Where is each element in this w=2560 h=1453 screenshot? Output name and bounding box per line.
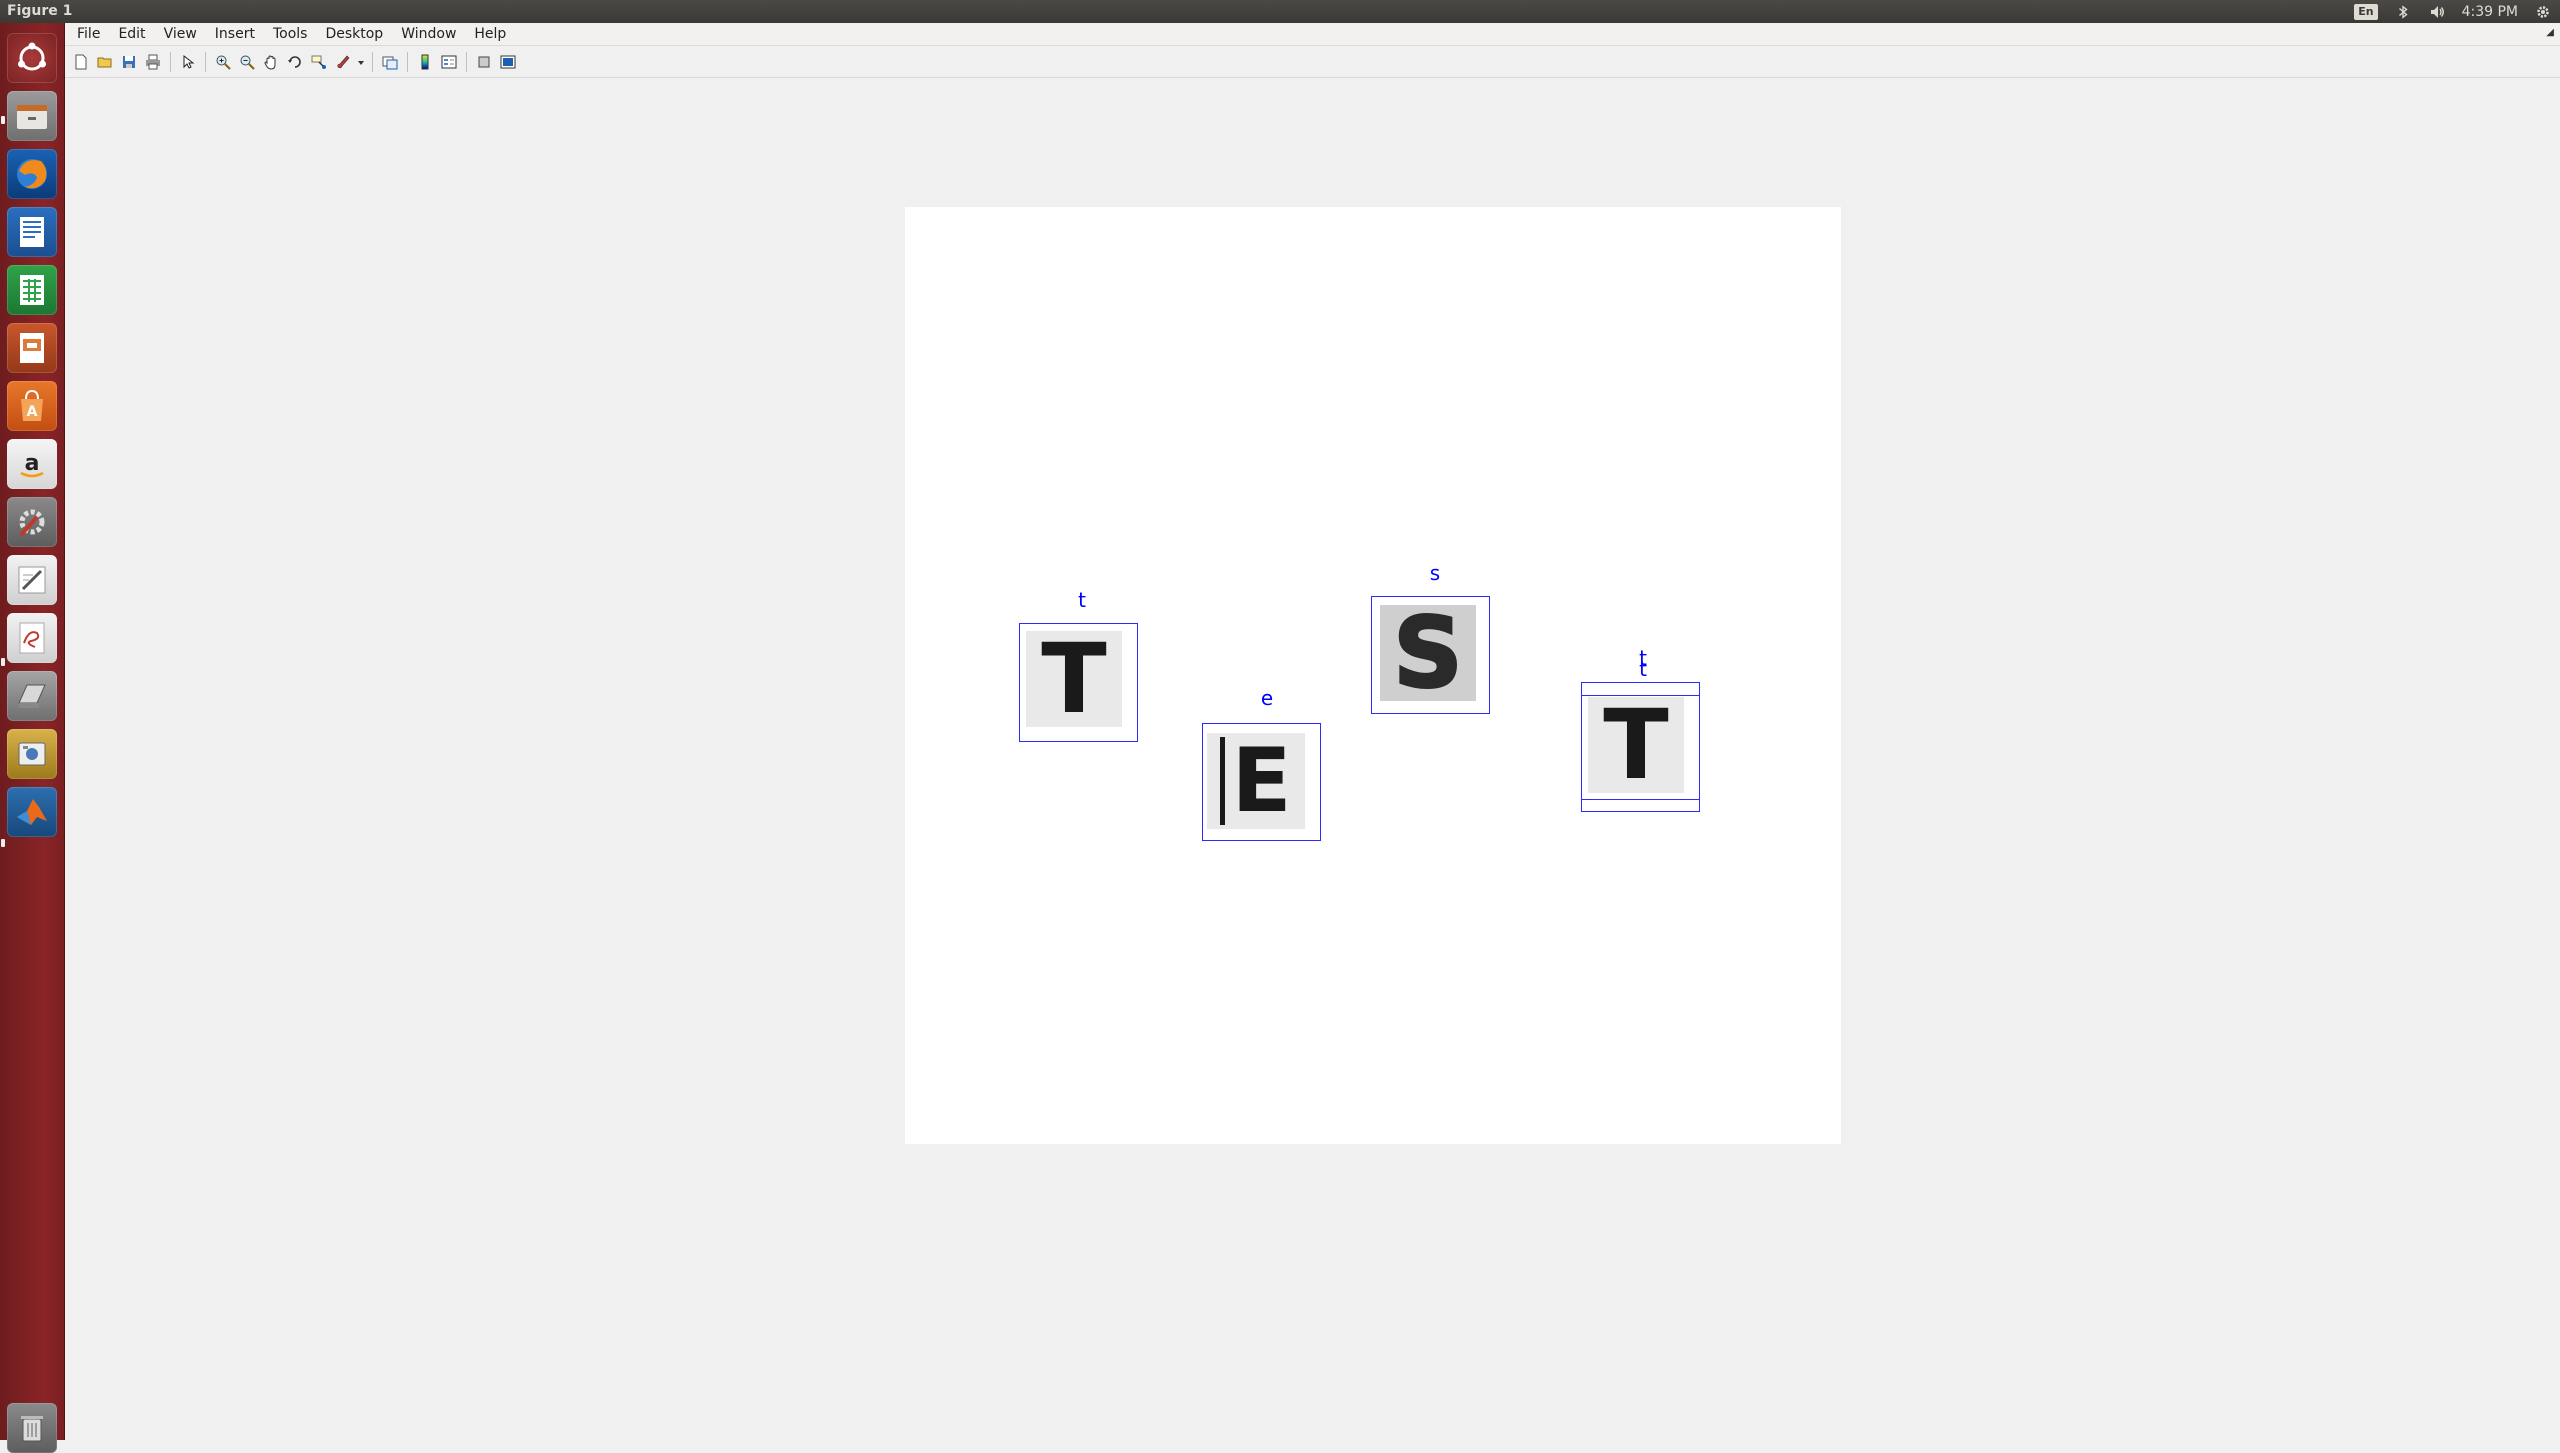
document-viewer-icon[interactable] [7,613,57,663]
insert-colorbar-icon[interactable] [414,51,436,73]
detection-label-2: t [1639,657,1647,681]
new-figure-icon[interactable] [70,51,92,73]
firefox-icon[interactable] [7,149,57,199]
detection-label: s [1429,561,1441,585]
menu-desktop[interactable]: Desktop [316,23,392,46]
scanner-icon[interactable] [7,671,57,721]
window-title: Figure 1 [7,3,73,19]
toolbar-separator [407,51,408,72]
figure-toolbar [65,46,2560,78]
matlab-icon[interactable] [7,787,57,837]
show-plot-tools-icon[interactable] [497,51,519,73]
gear-icon[interactable] [2534,3,2552,21]
running-indicator [1,116,5,124]
menu-insert[interactable]: Insert [206,23,264,46]
system-tray: En 4:39 PM [2354,0,2552,23]
bluetooth-icon[interactable] [2394,3,2412,21]
print-figure-icon[interactable] [142,51,164,73]
character-glyph: S [1392,605,1464,701]
software-center-icon[interactable]: A [7,381,57,431]
pan-icon[interactable] [260,51,282,73]
clock[interactable]: 4:39 PM [2462,4,2518,20]
screenshot-icon[interactable] [7,729,57,779]
hide-plot-tools-icon[interactable] [473,51,495,73]
menu-tools[interactable]: Tools [264,23,317,46]
menu-view[interactable]: View [155,23,206,46]
data-cursor-icon[interactable] [308,51,330,73]
menu-bar: File Edit View Insert Tools Desktop Wind… [65,23,2560,46]
volume-icon[interactable] [2428,3,2446,21]
brush-icon[interactable] [332,51,354,73]
zoom-out-icon[interactable] [236,51,258,73]
top-panel: Figure 1 En 4:39 PM [0,0,2560,23]
rotate-3d-icon[interactable] [284,51,306,73]
detection-label: e [1260,686,1274,710]
svg-text:A: A [27,404,38,420]
detection-label: t [1078,588,1086,612]
menu-window[interactable]: Window [392,23,465,46]
menu-file[interactable]: File [68,23,109,46]
menu-help[interactable]: Help [465,23,515,46]
running-indicator [1,658,5,666]
zoom-in-icon[interactable] [212,51,234,73]
keyboard-indicator[interactable]: En [2354,3,2378,20]
menu-edit[interactable]: Edit [109,23,154,46]
launcher: A a [0,23,65,1453]
toolbar-separator [170,51,171,72]
save-figure-icon[interactable] [118,51,140,73]
brush-dropdown-icon[interactable] [356,51,366,73]
character-crop: T [1588,697,1684,793]
writer-icon[interactable] [7,207,57,257]
calc-icon[interactable] [7,265,57,315]
trash-icon[interactable] [7,1403,57,1453]
files-icon[interactable] [7,91,57,141]
dash-home-icon[interactable] [7,33,57,83]
insert-legend-icon[interactable] [438,51,460,73]
character-crop: T [1026,631,1122,727]
svg-text:a: a [25,451,40,476]
character-crop: E [1207,733,1305,829]
dock-arrow-icon[interactable]: ◢ [2546,27,2554,38]
character-glyph: E [1220,737,1292,825]
running-indicator [1,839,5,847]
image-axes[interactable]: t T e E s S t t T [905,207,1841,1144]
edit-plot-icon[interactable] [177,51,199,73]
character-glyph: T [1603,697,1669,793]
toolbar-separator [205,51,206,72]
toolbar-separator [372,51,373,72]
figure-canvas[interactable]: t T e E s S t t T [65,79,2560,1440]
toolbar-separator [466,51,467,72]
impress-icon[interactable] [7,323,57,373]
system-settings-icon[interactable] [7,497,57,547]
open-file-icon[interactable] [94,51,116,73]
character-glyph: T [1041,631,1107,727]
character-crop: S [1380,605,1476,701]
link-plot-icon[interactable] [379,51,401,73]
text-editor-icon[interactable] [7,555,57,605]
amazon-icon[interactable]: a [7,439,57,489]
